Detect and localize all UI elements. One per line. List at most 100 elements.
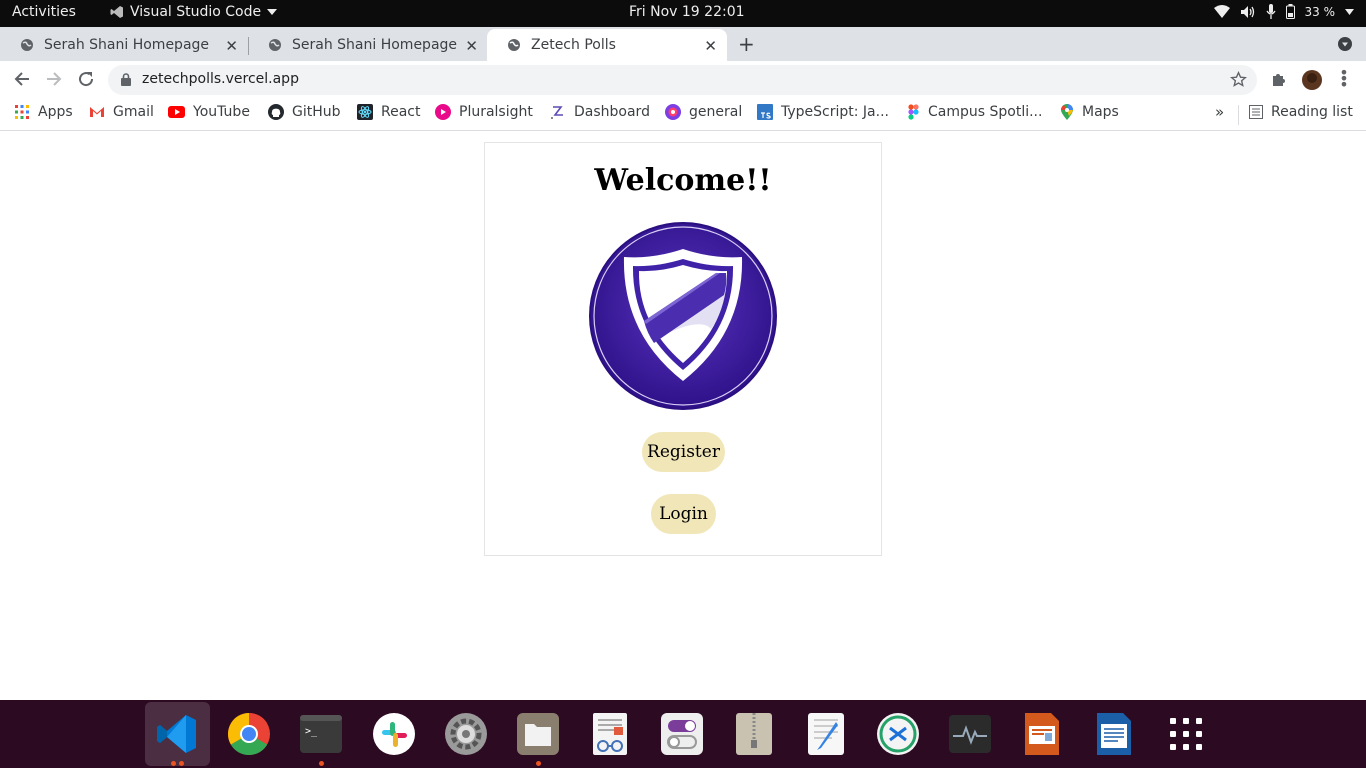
settings-icon[interactable]	[444, 712, 488, 756]
globe-icon	[508, 39, 520, 51]
bookmark-maps[interactable]: Maps	[1060, 104, 1119, 120]
extensions-puzzle-icon[interactable]	[1271, 71, 1287, 87]
typescript-icon	[757, 104, 773, 120]
running-indicator	[319, 761, 324, 766]
maps-pin-icon	[1061, 104, 1073, 120]
login-button[interactable]: Login	[651, 494, 716, 534]
zetech-shield-logo	[589, 222, 777, 410]
bookmark-label: Pluralsight	[459, 104, 533, 120]
bookmark-label: GitHub	[292, 104, 341, 120]
text-editor-icon[interactable]	[804, 712, 848, 756]
bookmark-pluralsight[interactable]: Pluralsight	[435, 104, 533, 120]
gmail-icon	[90, 107, 104, 117]
close-tab-icon[interactable]: ✕	[465, 37, 478, 55]
tab-serah-shani-2[interactable]: Serah Shani Homepage ✕	[248, 29, 488, 61]
running-indicator	[171, 761, 176, 766]
reading-list-icon	[1249, 105, 1263, 119]
tab-zetech-polls[interactable]: Zetech Polls ✕	[487, 29, 727, 61]
more-bookmarks-button[interactable]: »	[1215, 103, 1224, 121]
writer-icon[interactable]	[1092, 712, 1136, 756]
clock[interactable]: Fri Nov 19 22:01	[629, 4, 745, 20]
close-tab-icon[interactable]: ✕	[704, 37, 717, 55]
bookmark-label: YouTube	[193, 104, 250, 120]
app-grid-icon[interactable]	[1164, 712, 1208, 756]
dashboard-icon	[551, 106, 563, 119]
reading-list-label: Reading list	[1271, 104, 1353, 120]
forward-arrow-icon[interactable]	[45, 70, 63, 88]
bookmark-label: Dashboard	[574, 104, 650, 120]
bookmark-star-icon[interactable]	[1230, 71, 1247, 88]
tab-search-icon[interactable]	[1338, 37, 1352, 51]
browser-toolbar: zetechpolls.vercel.app • • •	[0, 61, 1366, 98]
reload-icon[interactable]	[77, 70, 95, 88]
archive-icon[interactable]	[732, 712, 776, 756]
bookmark-label: general	[689, 104, 743, 120]
running-indicator	[536, 761, 541, 766]
tab-title: Zetech Polls	[531, 37, 616, 53]
menu-kebab-icon[interactable]: • • •	[1336, 65, 1352, 93]
bookmark-label: Apps	[38, 104, 73, 120]
chevron-down-icon	[1345, 8, 1354, 15]
bookmark-general[interactable]: general	[665, 104, 742, 120]
url-text[interactable]: zetechpolls.vercel.app	[142, 71, 299, 87]
bookmark-github[interactable]: GitHub	[268, 104, 341, 120]
vscode-icon[interactable]	[155, 712, 199, 756]
files-icon[interactable]	[516, 712, 560, 756]
chevron-down-icon	[267, 9, 278, 15]
bookmark-label: React	[381, 104, 421, 120]
slack-icon[interactable]	[372, 712, 416, 756]
document-viewer-icon[interactable]	[588, 712, 632, 756]
bookmark-apps[interactable]: Apps	[14, 104, 73, 120]
welcome-heading: Welcome!!	[594, 163, 772, 198]
profile-avatar[interactable]	[1302, 70, 1322, 90]
github-icon	[268, 104, 284, 120]
system-monitor-icon[interactable]	[948, 712, 992, 756]
vscode-small-icon	[110, 6, 123, 18]
bookmark-campus-spotlight[interactable]: Campus Spotli...	[908, 104, 1042, 120]
tab-serah-shani-1[interactable]: Serah Shani Homepage ✕	[0, 29, 248, 61]
tab-title: Serah Shani Homepage	[292, 37, 458, 53]
tab-strip: Serah Shani Homepage ✕ Serah Shani Homep…	[0, 27, 1366, 61]
globe-icon	[269, 39, 281, 51]
bookmark-label: Gmail	[113, 104, 154, 120]
app-menu[interactable]: Visual Studio Code	[110, 4, 278, 20]
remote-desktop-icon[interactable]	[876, 712, 920, 756]
impress-icon[interactable]	[1020, 712, 1064, 756]
welcome-card: Welcome!! Register Login	[484, 142, 882, 556]
youtube-icon	[168, 106, 185, 118]
svg-text:>_: >_	[305, 726, 318, 737]
bookmark-youtube[interactable]: YouTube	[168, 104, 250, 120]
bookmarks-bar: Apps Gmail YouTube GitHub React Pluralsi…	[0, 98, 1366, 131]
system-tray[interactable]: 33 %	[1213, 4, 1354, 19]
close-tab-icon[interactable]: ✕	[225, 37, 238, 55]
volume-icon	[1240, 5, 1254, 18]
bookmark-typescript[interactable]: TypeScript: Ja...	[757, 104, 889, 120]
register-button[interactable]: Register	[642, 432, 725, 472]
address-bar[interactable]: zetechpolls.vercel.app	[108, 65, 1257, 95]
tweaks-icon[interactable]	[660, 712, 704, 756]
bookmark-label: Campus Spotli...	[928, 104, 1043, 120]
bookmark-react[interactable]: React	[357, 104, 420, 120]
bookmark-label: Maps	[1082, 104, 1119, 120]
bookmark-gmail[interactable]: Gmail	[89, 104, 154, 120]
apps-grid-icon	[15, 105, 29, 119]
running-indicator	[179, 761, 184, 766]
wifi-icon	[1213, 4, 1230, 18]
pluralsight-icon	[435, 104, 451, 120]
bookmark-label: TypeScript: Ja...	[781, 104, 889, 120]
slack-general-icon	[665, 104, 681, 120]
globe-icon	[21, 39, 33, 51]
back-arrow-icon[interactable]	[13, 70, 31, 88]
lock-icon[interactable]	[121, 73, 131, 86]
terminal-icon[interactable]: >_	[299, 712, 343, 756]
ubuntu-dock: >_	[0, 700, 1366, 768]
activities-button[interactable]: Activities	[12, 4, 76, 20]
tab-title: Serah Shani Homepage	[44, 37, 210, 53]
bookmark-dashboard[interactable]: Dashboard	[550, 104, 650, 120]
battery-icon	[1285, 4, 1295, 19]
react-icon	[357, 104, 373, 120]
reading-list-button[interactable]: Reading list	[1249, 104, 1353, 120]
chrome-icon[interactable]	[227, 712, 271, 756]
new-tab-button[interactable]: +	[738, 32, 755, 56]
battery-percentage: 33 %	[1304, 4, 1336, 19]
